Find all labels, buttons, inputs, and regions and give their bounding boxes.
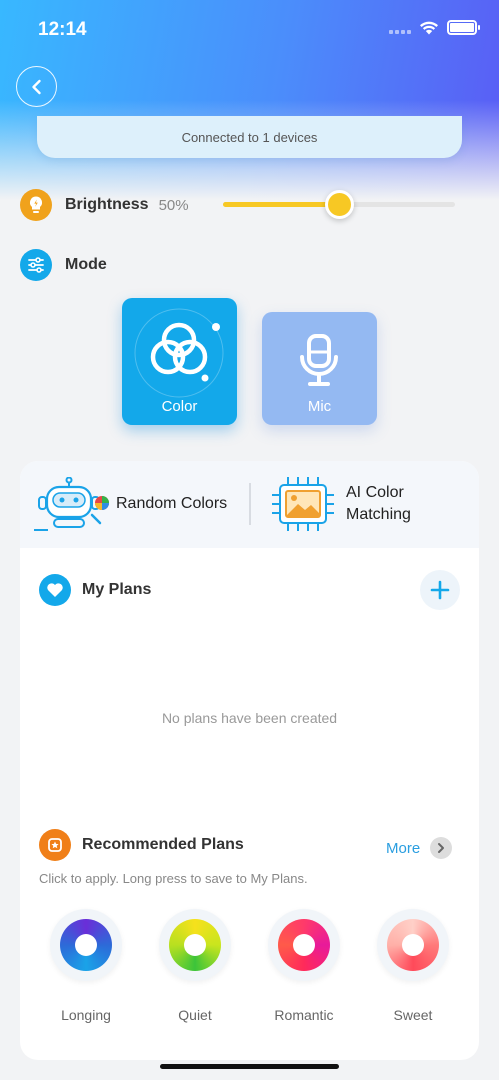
random-colors-label: Random Colors bbox=[116, 495, 228, 512]
ai-color-matching-button[interactable]: AI Color Matching bbox=[270, 475, 411, 533]
brightness-slider-fill bbox=[223, 202, 339, 207]
plan-sweet[interactable]: Sweet bbox=[373, 909, 453, 1023]
my-plans-title: My Plans bbox=[82, 581, 152, 598]
my-plans-header: My Plans bbox=[39, 574, 151, 606]
add-plan-button[interactable] bbox=[420, 570, 460, 610]
feature-divider bbox=[249, 483, 251, 525]
chevron-left-icon bbox=[31, 79, 41, 94]
sliders-icon bbox=[20, 249, 52, 281]
brightness-slider-thumb[interactable] bbox=[325, 190, 354, 219]
status-icons bbox=[389, 20, 480, 35]
plan-longing[interactable]: Longing bbox=[46, 909, 126, 1023]
plan-quiet[interactable]: Quiet bbox=[155, 909, 235, 1023]
star-badge-icon bbox=[39, 829, 71, 861]
plan-label: Romantic bbox=[274, 1007, 334, 1023]
back-button[interactable] bbox=[16, 66, 57, 107]
plan-swatch bbox=[268, 909, 340, 981]
color-circles-icon bbox=[134, 308, 224, 398]
mode-color-button[interactable]: Color bbox=[122, 298, 237, 425]
plan-romantic[interactable]: Romantic bbox=[264, 909, 344, 1023]
bulb-icon bbox=[20, 189, 52, 221]
cellular-signal-icon bbox=[389, 22, 411, 34]
plan-swatch bbox=[159, 909, 231, 981]
ai-image-chip-icon bbox=[272, 477, 334, 531]
mode-mic-button[interactable]: Mic bbox=[262, 312, 377, 425]
no-plans-message: No plans have been created bbox=[161, 710, 338, 726]
brightness-row: Brightness 50% bbox=[20, 189, 189, 221]
plan-swatch bbox=[50, 909, 122, 981]
plans-panel: Random Colors AI Color Matching My Plans… bbox=[20, 461, 479, 1060]
ai-color-matching-label-line1: AI Color bbox=[346, 484, 404, 501]
home-indicator bbox=[160, 1064, 339, 1069]
mode-label: Mode bbox=[65, 256, 107, 273]
random-colors-button[interactable]: Random Colors bbox=[34, 477, 227, 531]
mode-row: Mode bbox=[20, 249, 107, 281]
brightness-label: Brightness bbox=[65, 196, 149, 213]
status-time: 12:14 bbox=[38, 19, 87, 40]
mode-color-label: Color bbox=[161, 398, 198, 415]
connection-status-card: Connected to 1 devices bbox=[37, 116, 462, 158]
plan-label: Quiet bbox=[178, 1007, 212, 1023]
connection-status-text: Connected to 1 devices bbox=[181, 129, 318, 145]
wifi-icon bbox=[420, 21, 438, 35]
recommended-plans-list: Longing Quiet Romantic Sweet bbox=[20, 909, 479, 1029]
recommended-plans-title: Recommended Plans bbox=[82, 836, 244, 853]
battery-icon bbox=[447, 20, 480, 35]
heart-icon bbox=[39, 574, 71, 606]
status-bar: 12:14 bbox=[0, 0, 499, 60]
plan-swatch bbox=[377, 909, 449, 981]
robot-icon bbox=[34, 477, 109, 531]
plus-icon bbox=[430, 580, 450, 600]
ai-color-matching-label-line2: Matching bbox=[346, 506, 411, 523]
plan-label: Longing bbox=[61, 1007, 111, 1023]
recommended-plans-header: Recommended Plans bbox=[39, 829, 244, 861]
microphone-icon bbox=[300, 334, 338, 386]
mode-mic-label: Mic bbox=[307, 398, 332, 415]
recommended-hint: Click to apply. Long press to save to My… bbox=[39, 871, 308, 886]
brightness-value: 50% bbox=[158, 196, 189, 214]
more-recommended-link[interactable]: More bbox=[386, 837, 453, 859]
more-label: More bbox=[386, 839, 421, 857]
brightness-slider[interactable] bbox=[223, 190, 455, 219]
plan-label: Sweet bbox=[393, 1007, 433, 1023]
chevron-right-icon bbox=[430, 837, 453, 859]
feature-bar: Random Colors AI Color Matching bbox=[20, 461, 479, 548]
